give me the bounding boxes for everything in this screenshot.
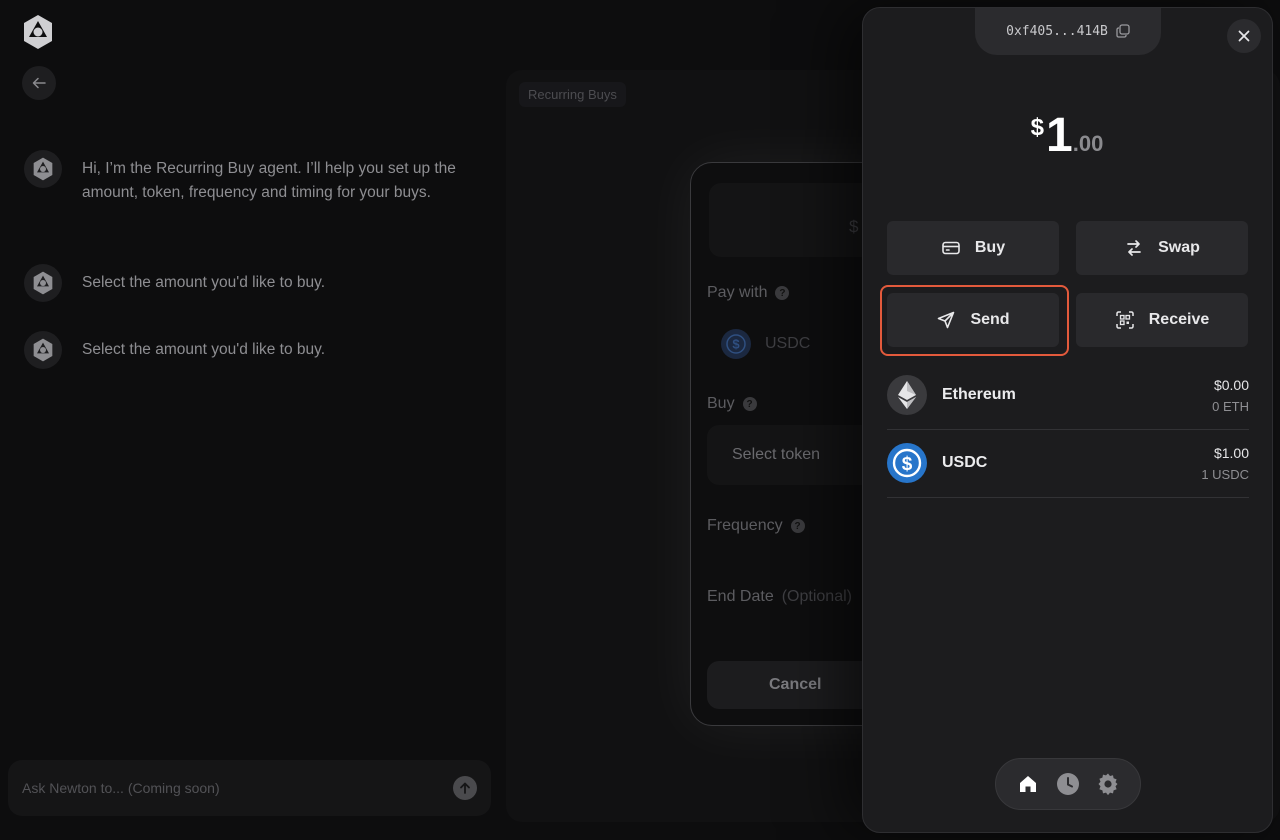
asset-usd-value: $0.00 xyxy=(1213,376,1249,393)
asset-values: $1.00 1 USDC xyxy=(1201,445,1249,482)
help-icon[interactable]: ? xyxy=(742,397,757,411)
swap-icon xyxy=(1127,240,1141,256)
asset-usd-value: $1.00 xyxy=(1213,444,1249,461)
chat-send-button[interactable] xyxy=(453,776,477,800)
balance-integer: 1 xyxy=(1046,109,1073,162)
asset-divider xyxy=(887,429,1249,430)
receive-button[interactable]: Receive xyxy=(1076,293,1248,347)
app-logo-icon xyxy=(22,14,54,50)
asset-quantity: 0 ETH xyxy=(1212,398,1249,414)
home-icon[interactable] xyxy=(1015,771,1041,797)
pay-with-label-text: Pay with xyxy=(707,284,768,301)
chat-message: Select the amount you'd like to buy. xyxy=(24,264,474,302)
buy-label: Buy ? xyxy=(707,395,757,413)
chat-message-text: Select the amount you'd like to buy. xyxy=(82,341,326,358)
pay-with-label: Pay with ? xyxy=(707,284,790,302)
buy-label-text: Buy xyxy=(707,395,735,412)
send-button[interactable]: Send xyxy=(887,293,1059,347)
agent-logo-icon xyxy=(33,338,53,362)
asset-row-usdc[interactable]: $ USDC $1.00 1 USDC xyxy=(887,431,1249,495)
settings-icon[interactable] xyxy=(1095,771,1121,797)
svg-text:$: $ xyxy=(732,337,740,352)
wallet-address: 0xf405...414B xyxy=(1006,23,1108,39)
balance-decimal: .00 xyxy=(1072,131,1104,156)
card-icon xyxy=(942,241,960,255)
chat-message: Select the amount you'd like to buy. xyxy=(24,331,474,369)
arrow-left-icon xyxy=(32,77,46,89)
agent-logo-icon xyxy=(33,271,53,295)
agent-avatar xyxy=(24,264,62,302)
asset-quantity: 1 USDC xyxy=(1201,466,1249,482)
asset-name: USDC xyxy=(942,454,988,471)
help-icon[interactable]: ? xyxy=(790,519,805,533)
wallet-bottom-nav xyxy=(995,758,1141,810)
pay-with-value: USDC xyxy=(765,335,811,352)
wallet-balance: $1.00 xyxy=(863,108,1271,163)
paper-plane-icon xyxy=(938,311,955,329)
breadcrumb[interactable]: Recurring Buys xyxy=(519,82,626,107)
arrow-up-icon xyxy=(460,782,470,794)
close-icon xyxy=(1238,30,1250,42)
pay-with-select[interactable]: $ USDC xyxy=(721,329,810,359)
balance-currency: $ xyxy=(1030,114,1045,141)
chat-input-bar xyxy=(8,760,491,816)
chat-input[interactable] xyxy=(22,780,422,796)
swap-button[interactable]: Swap xyxy=(1076,221,1248,275)
asset-name: Ethereum xyxy=(942,386,1016,403)
help-icon[interactable]: ? xyxy=(775,286,790,300)
copy-icon[interactable] xyxy=(1116,24,1130,38)
agent-logo-icon xyxy=(33,157,53,181)
wallet-address-tab[interactable]: 0xf405...414B xyxy=(975,8,1161,55)
amount-currency-symbol: $ xyxy=(849,217,859,236)
usdc-icon: $ xyxy=(721,329,751,359)
frequency-label-text: Frequency xyxy=(707,517,783,534)
chat-message: Hi, I’m the Recurring Buy agent. I’ll he… xyxy=(24,150,474,204)
agent-avatar xyxy=(24,331,62,369)
qr-code-icon xyxy=(1116,311,1134,329)
end-date-label: End Date (Optional) xyxy=(707,588,852,606)
chat-message-text: Hi, I’m the Recurring Buy agent. I’ll he… xyxy=(82,160,456,201)
buy-button-label: Buy xyxy=(974,239,1006,256)
swap-button-label: Swap xyxy=(1158,239,1200,256)
asset-row-ethereum[interactable]: Ethereum $0.00 0 ETH xyxy=(887,363,1249,427)
send-button-label: Send xyxy=(970,311,1010,328)
chat-message-text: Select the amount you'd like to buy. xyxy=(82,274,326,291)
buy-button[interactable]: Buy xyxy=(887,221,1059,275)
agent-avatar xyxy=(24,150,62,188)
usdc-icon: $ xyxy=(887,443,927,483)
end-date-label-text: End Date xyxy=(707,588,774,605)
asset-divider xyxy=(887,497,1249,498)
close-button[interactable] xyxy=(1227,19,1261,53)
svg-text:$: $ xyxy=(902,454,913,475)
optional-tag: (Optional) xyxy=(781,588,852,605)
frequency-label: Frequency ? xyxy=(707,517,805,535)
ethereum-icon xyxy=(887,375,927,415)
wallet-panel: 0xf405...414B $1.00 Buy Swap Send Receiv… xyxy=(862,7,1273,833)
back-button[interactable] xyxy=(22,66,56,100)
receive-button-label: Receive xyxy=(1148,311,1210,328)
asset-values: $0.00 0 ETH xyxy=(1212,377,1249,414)
history-icon[interactable] xyxy=(1055,771,1081,797)
